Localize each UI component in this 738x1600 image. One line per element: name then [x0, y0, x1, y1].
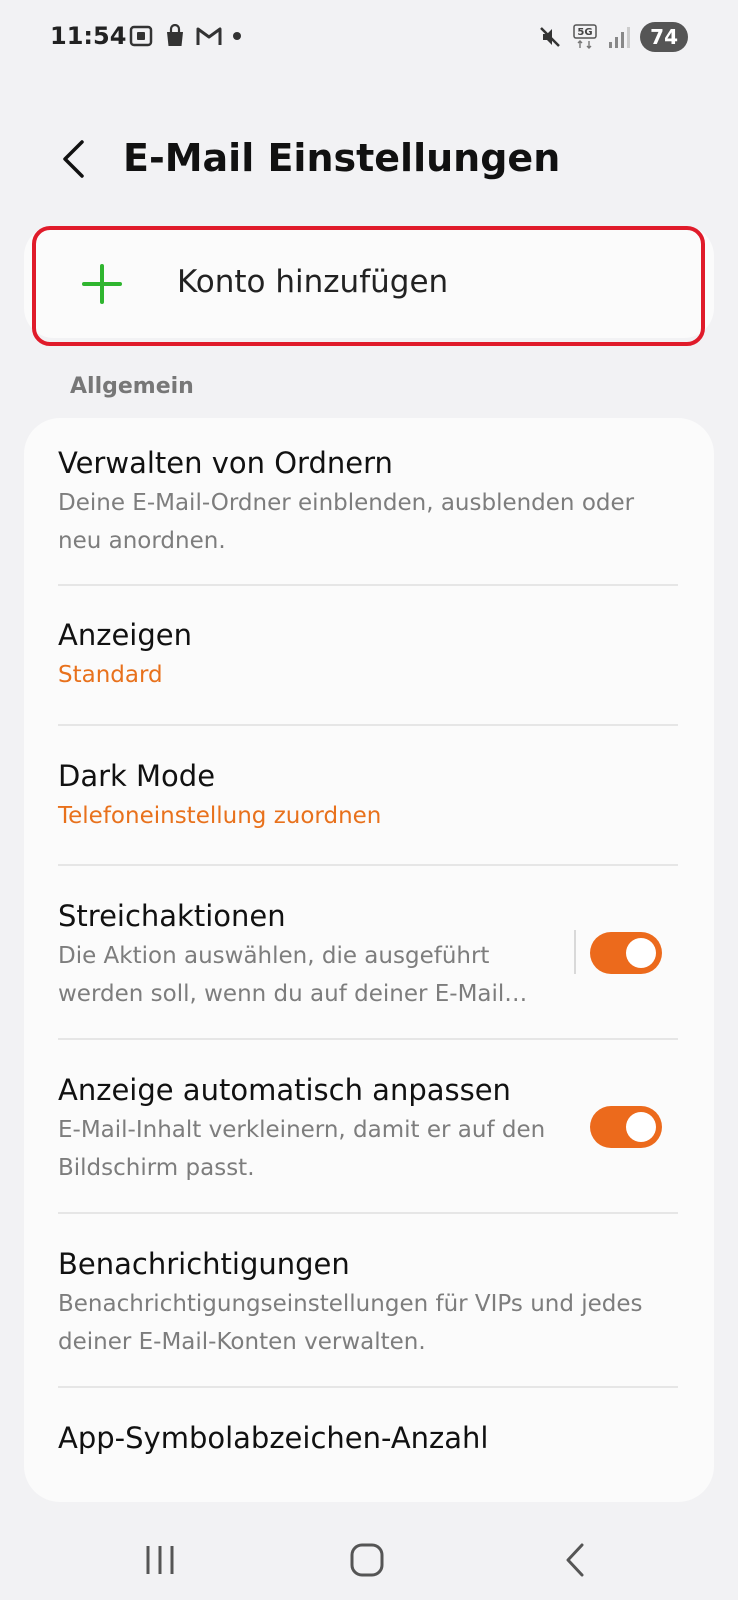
notification-icons — [128, 24, 242, 48]
status-time: 11:54 — [50, 22, 127, 50]
setting-subtitle: E-Mail-Inhalt verkleinern, damit er auf … — [58, 1117, 546, 1181]
setting-value: Telefoneinstellung zuordnen — [58, 803, 382, 829]
recent-apps-icon — [146, 1546, 174, 1574]
setting-auto-fit[interactable]: Anzeige automatisch anpassen E-Mail-Inha… — [58, 1073, 568, 1187]
nav-back-button[interactable] — [545, 1530, 605, 1590]
shopping-bag-icon — [167, 24, 183, 46]
home-button[interactable] — [337, 1530, 397, 1590]
setting-display[interactable]: Anzeigen Standard — [58, 618, 680, 694]
status-bar: 11:54 5G 74 — [0, 0, 738, 78]
toggle-knob — [626, 938, 656, 968]
recent-apps-button[interactable] — [130, 1530, 190, 1590]
add-account-label: Konto hinzufügen — [177, 264, 449, 300]
section-heading-general: Allgemein — [70, 374, 194, 399]
setting-title: Streichaktionen — [58, 899, 286, 933]
divider — [58, 1212, 678, 1214]
svg-text:5G: 5G — [578, 27, 593, 38]
toggle-separator — [574, 930, 576, 974]
toggle-knob — [626, 1112, 656, 1142]
navigation-bar — [0, 1520, 738, 1600]
setting-title: Anzeige automatisch anpassen — [58, 1073, 511, 1107]
mute-icon — [540, 27, 561, 47]
settings-list: Verwalten von Ordnern Deine E-Mail-Ordne… — [24, 418, 714, 1502]
signal-icon — [609, 27, 631, 48]
system-icons: 5G 74 — [538, 22, 688, 52]
auto-fit-toggle[interactable] — [590, 1106, 662, 1148]
setting-badge-count[interactable]: App-Symbolabzeichen-Anzahl — [58, 1421, 680, 1455]
divider — [58, 724, 678, 726]
divider — [58, 584, 678, 586]
setting-value: Standard — [58, 662, 163, 688]
plus-icon — [82, 264, 122, 304]
setting-swipe-actions[interactable]: Streichaktionen Die Aktion auswählen, di… — [58, 899, 558, 1013]
setting-manage-folders[interactable]: Verwalten von Ordnern Deine E-Mail-Ordne… — [58, 446, 680, 560]
setting-subtitle: Die Aktion auswählen, die ausgeführt wer… — [58, 943, 528, 1007]
gmail-icon — [196, 27, 222, 45]
screenshot-icon — [129, 25, 153, 47]
setting-dark-mode[interactable]: Dark Mode Telefoneinstellung zuordnen — [58, 759, 680, 835]
home-icon — [350, 1543, 384, 1577]
setting-title: Dark Mode — [58, 759, 216, 793]
setting-title: Verwalten von Ordnern — [58, 446, 393, 480]
divider — [58, 1386, 678, 1388]
swipe-actions-toggle[interactable] — [590, 932, 662, 974]
back-icon — [566, 1543, 584, 1577]
dot-icon — [233, 32, 241, 40]
setting-title: Anzeigen — [58, 618, 192, 652]
divider — [58, 864, 678, 866]
divider — [58, 1038, 678, 1040]
back-button[interactable] — [52, 134, 96, 184]
app-header: E-Mail Einstellungen — [0, 120, 738, 200]
5g-icon: 5G — [573, 24, 597, 49]
chevron-left-icon — [63, 140, 84, 178]
page-title: E-Mail Einstellungen — [123, 136, 561, 180]
setting-notifications[interactable]: Benachrichtigungen Benachrichtigungseins… — [58, 1247, 680, 1361]
setting-title: App-Symbolabzeichen-Anzahl — [58, 1421, 489, 1455]
setting-subtitle: Benachrichtigungseinstellungen für VIPs … — [58, 1291, 643, 1355]
setting-title: Benachrichtigungen — [58, 1247, 350, 1281]
setting-subtitle: Deine E-Mail-Ordner einblenden, ausblend… — [58, 490, 635, 554]
battery-indicator: 74 — [640, 22, 688, 52]
